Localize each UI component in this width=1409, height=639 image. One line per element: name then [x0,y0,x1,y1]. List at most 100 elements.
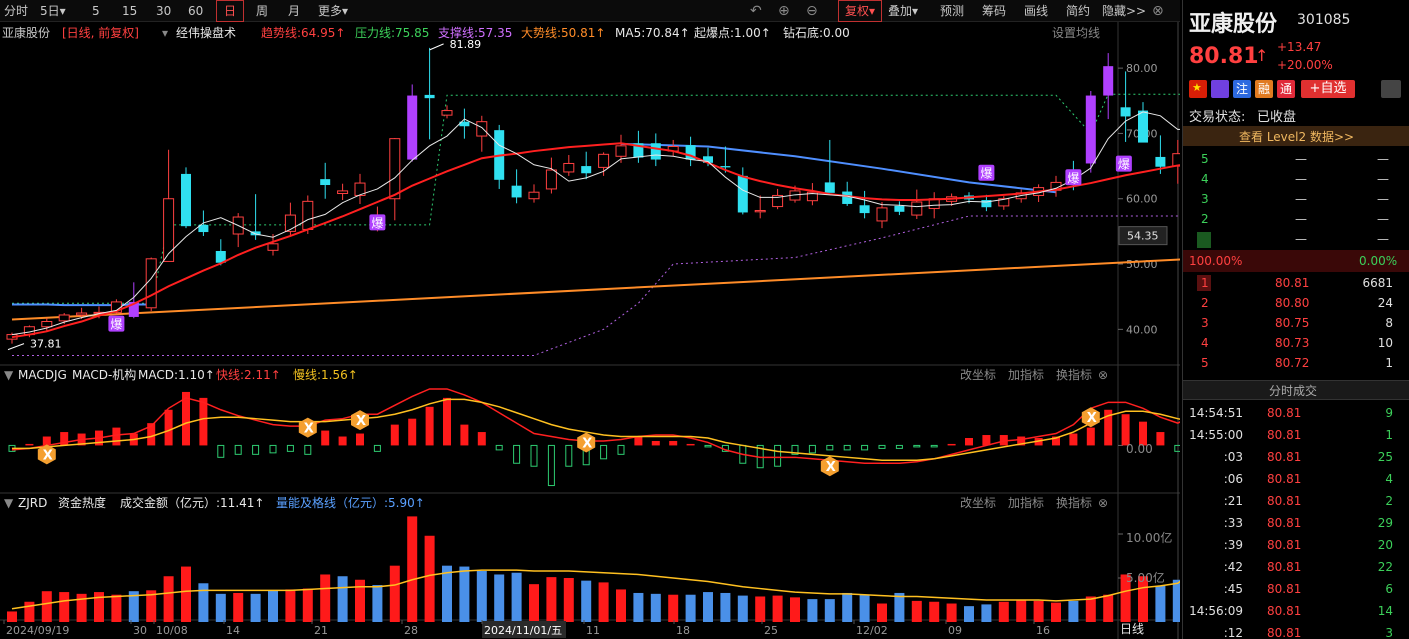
chart-area[interactable]: 80.0070.0060.0050.0040.0054.35爆爆爆爆爆81.89… [0,22,1180,639]
badge-2[interactable]: 通 [1277,80,1295,98]
period-tab-4[interactable]: 30 [156,0,171,22]
amount-bar [685,594,696,622]
amount-bar [1068,600,1079,622]
amount-bar [1051,602,1061,622]
set-ma-button[interactable]: 设置均线 [1052,24,1100,42]
price-tick-label: 80.00 [1126,62,1158,75]
macd-bar [408,418,417,446]
amount-bar [1016,600,1027,622]
sell-price: — [1295,172,1307,186]
macd-name[interactable]: MACDJG [18,366,67,384]
amount-bar [563,578,574,622]
tick-volume: 22 [1377,560,1393,574]
sell-level-2: 2 [1201,212,1209,226]
candle-body [615,145,627,157]
special-badge-icon[interactable] [1211,80,1229,98]
macd-bar [390,424,399,446]
buy-volume: 10 [1377,336,1393,350]
cross-badge-label: X [356,414,366,429]
buy-price: 80.73 [1275,336,1310,350]
toolbar-item-0[interactable]: 复权▾ [838,0,882,22]
date-label: 28 [404,624,418,637]
period-tab-9[interactable]: 更多▾ [318,0,348,22]
period-tab-7[interactable]: 周 [256,0,268,22]
date-label: 25 [764,624,778,637]
buy-level-3: 3 [1201,316,1209,330]
period-tab-1[interactable]: 5日▾ [40,0,66,22]
amount-bar [233,592,244,622]
toolbar-item-5[interactable]: 简约 [1066,0,1090,22]
tick-price: 80.81 [1267,406,1302,420]
macd-change-axis-button[interactable]: 改坐标 [960,366,996,384]
macd-bar [1174,444,1180,452]
zoom-out-icon[interactable]: ⊖ [806,0,818,22]
toolbar-item-4[interactable]: 画线 [1024,0,1048,22]
indicator-name[interactable]: 经伟操盘术 [176,24,236,42]
amount-bar [407,516,418,622]
macd-menu-icon[interactable]: ▼ [4,366,13,384]
dropdown-icon[interactable]: ▾ [162,24,168,42]
zjrd-name[interactable]: ZJRD [18,494,47,512]
kline-chart[interactable]: 80.0070.0060.0050.0040.0054.35爆爆爆爆爆81.89… [0,22,1180,639]
macd-bar [808,444,816,454]
candle-body [894,205,905,212]
period-tab-3[interactable]: 15 [122,0,137,22]
add-favorite-button[interactable]: +自选 [1301,80,1355,98]
badge-1[interactable]: 融 [1255,80,1273,98]
period-tab-6[interactable]: 日 [216,0,244,22]
burst-badge-label: 爆 [110,318,122,332]
burst-badge-label: 爆 [1067,171,1079,185]
alert-bell-icon[interactable] [1381,80,1401,98]
zjrd-switch-indicator-button[interactable]: 换指标 [1056,494,1092,512]
candle-body [41,321,53,328]
undo-icon[interactable]: ↶ [750,0,762,22]
sell-price: — [1295,212,1307,226]
macd-bar [373,444,381,452]
burst-badge-label: 爆 [371,216,383,230]
zjrd-change-axis-button[interactable]: 改坐标 [960,494,996,512]
level2-link[interactable]: 查看 Level2 数据>> [1239,128,1354,145]
toolbar-item-2[interactable]: 预测 [940,0,964,22]
toolbar-item-6[interactable]: 隐藏>> [1102,0,1146,22]
macd-bar [460,424,469,446]
period-tab-0[interactable]: 分时 [4,0,28,22]
buy-volume: 6681 [1362,276,1393,290]
tick-price: 80.81 [1267,582,1302,596]
toolbar-item-1[interactable]: 叠加▾ [888,0,918,22]
macd-bar [477,432,486,446]
badge-0[interactable]: 注 [1233,80,1251,98]
tick-price: 80.81 [1267,626,1302,639]
toolbar-item-3[interactable]: 筹码 [982,0,1006,22]
period-tab-5[interactable]: 60 [188,0,203,22]
period-tag[interactable]: [日线, 前复权] [62,24,139,42]
tick-time: :12 [1223,626,1243,639]
amount-bar [198,583,209,622]
price-tick-label: 40.00 [1126,323,1158,336]
amount-bar [894,592,905,622]
macd-close-icon[interactable]: ⊗ [1098,366,1108,384]
amount-bar [1172,579,1180,622]
period-tab-8[interactable]: 月 [288,0,300,22]
zjrd-axis-5: 5.00亿 [1126,571,1165,585]
period-label[interactable]: 日线 [1120,620,1144,638]
candle-body [650,143,661,160]
amount-bar [511,572,522,622]
zjrd-menu-icon[interactable]: ▼ [4,494,13,512]
period-tab-2[interactable]: 5 [92,0,100,22]
tick-volume: 1 [1385,428,1393,442]
buy-volume: 8 [1385,316,1393,330]
macd-add-indicator-button[interactable]: 加指标 [1008,366,1044,384]
close-icon[interactable]: ⊗ [1152,0,1164,22]
candle-body [511,185,522,198]
zjrd-close-icon[interactable]: ⊗ [1098,494,1108,512]
date-label: 2024/11/01/五 [484,624,562,637]
burst-value: 起爆点:1.00↑ [694,26,771,40]
macd-bar [634,436,643,446]
zjrd-add-indicator-button[interactable]: 加指标 [1008,494,1044,512]
avg-value: 量能及格线（亿元）:5.90↑ [276,496,425,510]
ticks-title: 分时成交 [1269,384,1318,398]
macd-switch-indicator-button[interactable]: 换指标 [1056,366,1092,384]
candle-body [424,94,435,99]
zoom-in-icon[interactable]: ⊕ [778,0,790,22]
amount-bar [929,601,940,622]
